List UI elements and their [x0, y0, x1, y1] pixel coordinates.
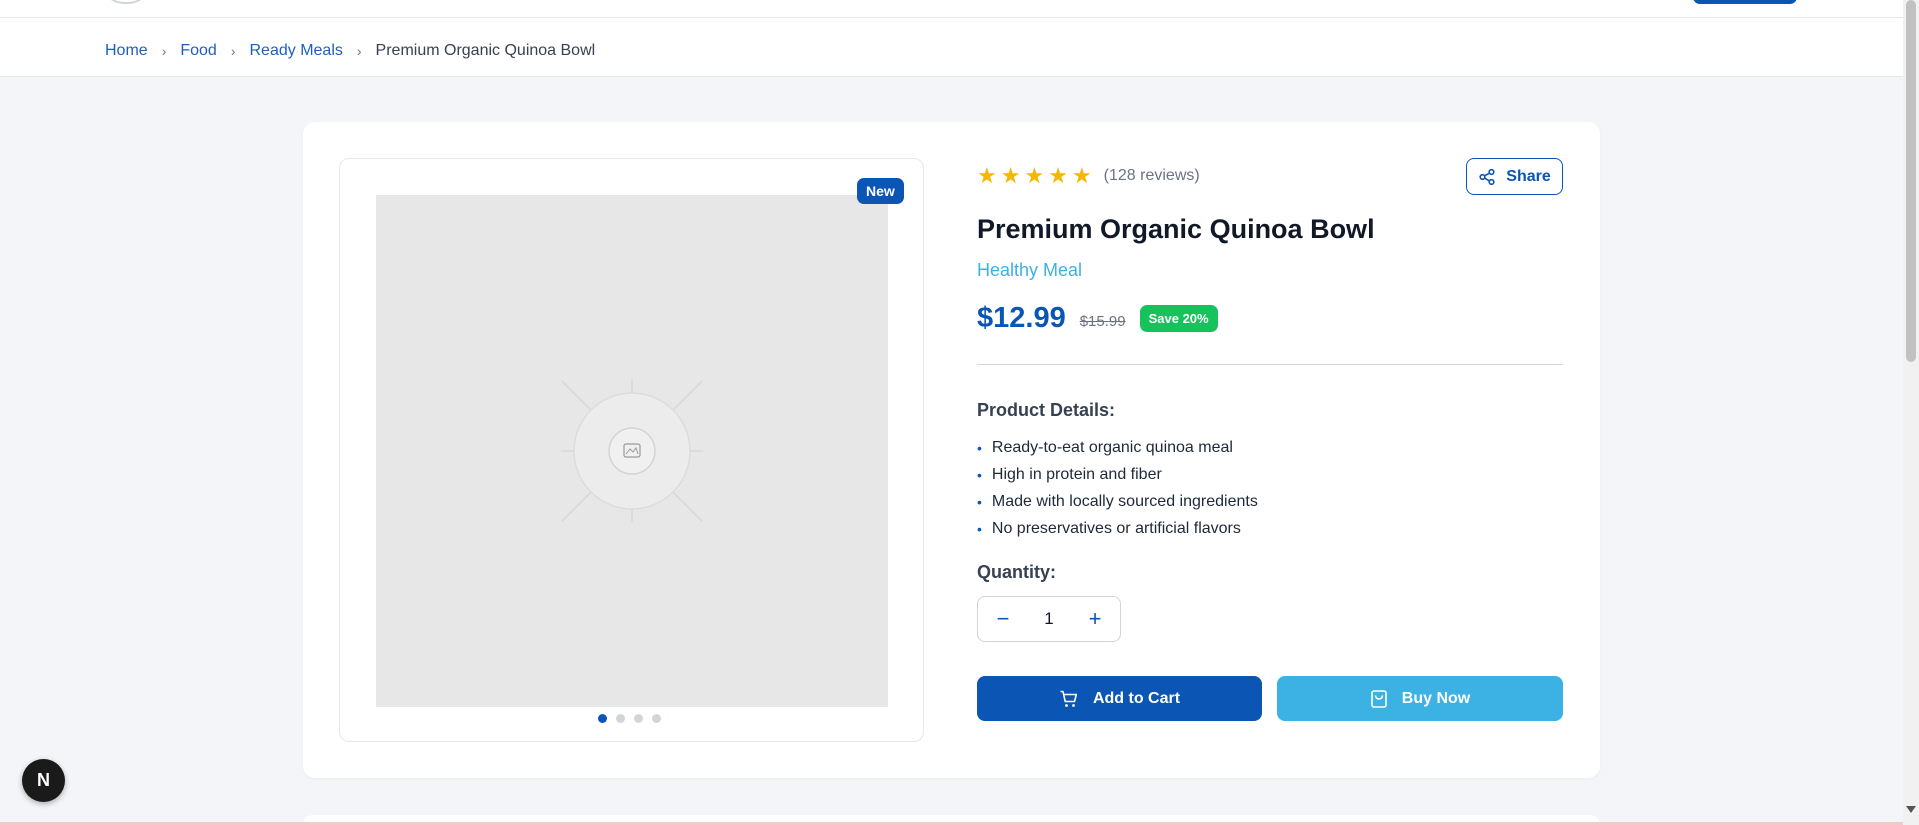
quantity-heading: Quantity: — [977, 562, 1056, 582]
increase-quantity-button[interactable]: + — [1085, 606, 1105, 632]
breadcrumb-ready-meals[interactable]: Ready Meals — [250, 42, 343, 60]
new-badge: New — [857, 178, 904, 204]
breadcrumb-current: Premium Organic Quinoa Bowl — [375, 42, 596, 59]
product-title: Premium Organic Quinoa Bowl — [977, 214, 1375, 244]
star-icon: ★ — [1071, 163, 1092, 188]
review-count[interactable]: (128 reviews) — [1104, 167, 1200, 185]
top-nav-bar — [0, 0, 1903, 18]
scrollbar-thumb[interactable] — [1906, 0, 1916, 362]
star-icon: ★ — [1024, 163, 1045, 188]
buy-now-button[interactable]: Buy Now — [1277, 676, 1563, 721]
product-gallery: New — [339, 158, 924, 742]
product-image-placeholder[interactable] — [376, 195, 888, 707]
list-item: • Made with locally sourced ingredients — [977, 492, 1258, 510]
breadcrumb-home[interactable]: Home — [105, 42, 148, 60]
star-icon: ★ — [977, 163, 997, 188]
share-button[interactable]: Share — [1466, 158, 1563, 195]
product-details-list: • Ready-to-eat organic quinoa meal • High … — [977, 434, 1258, 542]
carousel-dot[interactable] — [652, 714, 661, 723]
product-card: New ★ ★ ★ ★ ★ (128 reviews) Share Premiu… — [303, 122, 1600, 778]
quantity-value[interactable]: 1 — [1044, 609, 1053, 629]
site-logo[interactable] — [108, 0, 144, 4]
add-to-cart-button[interactable]: Add to Cart — [977, 676, 1262, 721]
chevron-right-icon: › — [230, 43, 236, 59]
scroll-down-arrow-icon[interactable] — [1906, 806, 1916, 813]
bullet-icon: • — [977, 520, 982, 537]
add-to-cart-label: Add to Cart — [1092, 689, 1181, 707]
list-item: • High in protein and fiber — [977, 465, 1162, 483]
product-category: Healthy Meal — [977, 260, 1083, 280]
bullet-icon: • — [977, 466, 982, 483]
carousel-dots — [598, 714, 661, 723]
list-item: • No preservatives or artificial flavors — [977, 519, 1241, 537]
shopping-bag-icon — [1370, 689, 1387, 708]
discount-badge: Save 20% — [1139, 305, 1218, 332]
chevron-right-icon: › — [356, 43, 362, 59]
carousel-dot[interactable] — [598, 714, 607, 723]
scrollbar[interactable] — [1903, 0, 1919, 825]
breadcrumb: Home › Food › Ready Meals › Premium Orga… — [105, 42, 595, 60]
price-row: $12.99 $15.99 Save 20% — [977, 302, 1218, 335]
details-heading: Product Details: — [977, 400, 1116, 420]
bullet-icon: • — [977, 439, 982, 456]
product-rating: ★ ★ ★ ★ ★ (128 reviews) — [977, 163, 1200, 188]
breadcrumb-bar: Home › Food › Ready Meals › Premium Orga… — [0, 18, 1903, 77]
original-price: $15.99 — [1079, 313, 1126, 330]
bullet-icon: • — [977, 493, 982, 510]
chevron-right-icon: › — [161, 43, 167, 59]
quantity-stepper: − 1 + — [977, 596, 1121, 642]
cart-icon — [1060, 690, 1078, 707]
star-icon: ★ — [1048, 163, 1068, 188]
star-icon: ★ — [1000, 163, 1021, 188]
list-item: • Ready-to-eat organic quinoa meal — [977, 438, 1233, 456]
carousel-dot[interactable] — [634, 714, 643, 723]
carousel-dot[interactable] — [616, 714, 625, 723]
header-action-button[interactable] — [1693, 0, 1797, 4]
share-label: Share — [1506, 167, 1551, 185]
star-rating: ★ ★ ★ ★ ★ — [977, 163, 1092, 188]
image-placeholder-icon — [561, 380, 703, 522]
breadcrumb-food[interactable]: Food — [180, 42, 216, 60]
share-icon — [1479, 168, 1495, 185]
buy-now-label: Buy Now — [1401, 689, 1471, 707]
dev-tools-indicator[interactable]: N — [22, 759, 65, 802]
current-price: $12.99 — [977, 302, 1066, 334]
decrease-quantity-button[interactable]: − — [993, 606, 1013, 632]
divider — [977, 364, 1563, 365]
